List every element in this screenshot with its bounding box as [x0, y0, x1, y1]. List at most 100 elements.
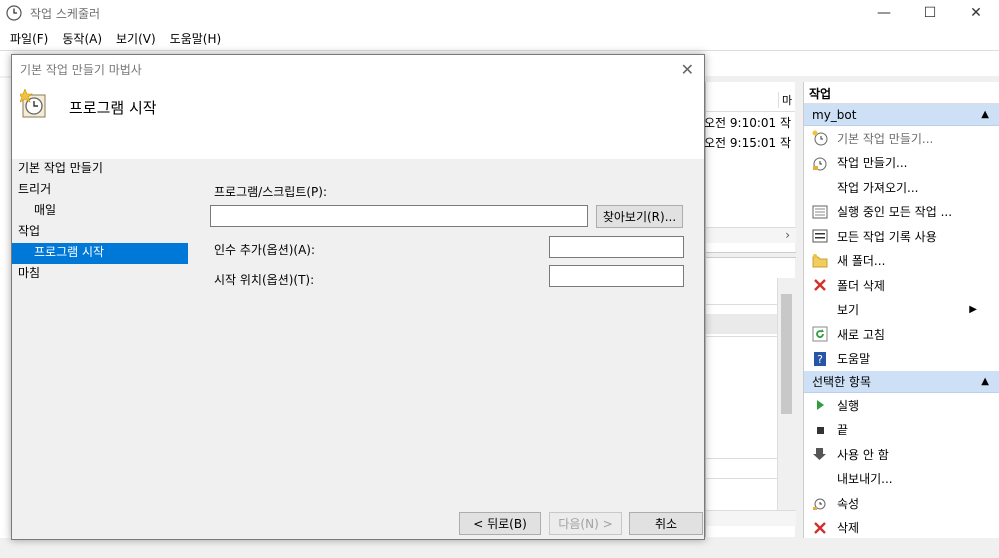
- action-item-label: 모든 작업 기록 사용: [837, 229, 937, 244]
- dialog-close-button[interactable]: ✕: [681, 60, 694, 79]
- create-basic-task-wizard: 기본 작업 만들기 마법사 ✕ 프로그램 시작 기본 작업 만들기 트리거 매일…: [11, 54, 705, 540]
- folder-icon: [812, 253, 828, 269]
- menu-view[interactable]: 보기(V): [109, 30, 163, 47]
- submenu-arrow-icon: ▶: [969, 304, 977, 316]
- action-item[interactable]: 새로 고침: [804, 322, 999, 347]
- action-item[interactable]: 내보내기...: [804, 467, 999, 492]
- dialog-title: 기본 작업 만들기 마법사: [20, 62, 142, 77]
- step-start-program[interactable]: 프로그램 시작: [12, 243, 188, 264]
- action-item-label: 끝: [837, 423, 849, 438]
- list-icon: [812, 204, 828, 220]
- clock-icon: [6, 5, 22, 21]
- next-button[interactable]: 다음(N) >: [549, 512, 622, 535]
- delete-x-icon: [812, 520, 828, 536]
- delete-x-icon: [812, 277, 828, 293]
- action-item[interactable]: 작업 가져오기...: [804, 175, 999, 200]
- program-input[interactable]: [210, 205, 588, 227]
- step-finish[interactable]: 마침: [12, 264, 192, 285]
- action-item-label: 실행: [837, 398, 860, 413]
- action-item-label: 사용 안 함: [837, 447, 889, 462]
- window-title: 작업 스케줄러: [30, 6, 101, 21]
- stop-icon: [812, 422, 828, 438]
- pane-splitter[interactable]: [706, 252, 796, 258]
- browse-button[interactable]: 찾아보기(R)...: [596, 205, 683, 228]
- start-in-input[interactable]: [549, 265, 684, 287]
- action-item-label: 내보내기...: [837, 472, 893, 487]
- scrollbar-thumb[interactable]: [781, 294, 792, 414]
- step-daily[interactable]: 매일: [12, 201, 192, 222]
- collapse-triangle-icon[interactable]: ▲: [981, 109, 989, 120]
- action-item-label: 실행 중인 모든 작업 ...: [837, 205, 953, 220]
- action-item[interactable]: 작업 만들기...: [804, 151, 999, 176]
- action-item[interactable]: 속성: [804, 491, 999, 516]
- maximize-button[interactable]: ☐: [907, 0, 953, 26]
- refresh-icon: [812, 326, 828, 342]
- column-header[interactable]: 마: [778, 92, 792, 108]
- history-icon: [812, 228, 828, 244]
- action-item[interactable]: 끝: [804, 418, 999, 443]
- menu-help[interactable]: 도움말(H): [163, 30, 229, 47]
- svg-text:?: ?: [817, 353, 823, 366]
- table-row[interactable]: 오전 9:15:01 작: [704, 134, 791, 151]
- dialog-heading: 프로그램 시작: [69, 99, 157, 117]
- menu-action[interactable]: 동작(A): [55, 30, 109, 47]
- dialog-title-bar: 기본 작업 만들기 마법사 ✕: [12, 55, 704, 83]
- start-in-label: 시작 위치(옵션)(T):: [214, 273, 315, 287]
- program-label: 프로그램/스크립트(P):: [214, 185, 328, 199]
- back-button[interactable]: < 뒤로(B): [459, 512, 541, 535]
- action-item-label: 새로 고침: [837, 327, 885, 342]
- table-row[interactable]: 오전 9:10:01 작: [704, 114, 791, 131]
- clock-star-icon: [812, 130, 828, 146]
- step-action[interactable]: 작업: [12, 222, 192, 243]
- action-item-label: 보기: [837, 303, 860, 318]
- action-item[interactable]: 새 폴더...: [804, 249, 999, 274]
- clock-star-icon: [20, 89, 46, 118]
- horizontal-scrollbar[interactable]: [706, 510, 796, 526]
- action-item-label: 폴더 삭제: [837, 278, 885, 293]
- wizard-steps: 기본 작업 만들기 트리거 매일 작업 프로그램 시작 마침: [12, 159, 192, 285]
- close-button[interactable]: ✕: [953, 0, 999, 26]
- help-icon: ?: [812, 351, 828, 367]
- action-item[interactable]: 폴더 삭제: [804, 273, 999, 298]
- action-item[interactable]: 보기 ▶: [804, 298, 999, 323]
- horizontal-scrollbar[interactable]: ›: [706, 227, 796, 243]
- action-item[interactable]: 모든 작업 기록 사용: [804, 224, 999, 249]
- action-item[interactable]: 기본 작업 만들기...: [804, 126, 999, 151]
- action-item-label: 작업 만들기...: [837, 156, 908, 171]
- down-arrow-icon: [812, 446, 828, 462]
- chevron-right-icon[interactable]: ›: [785, 228, 790, 242]
- action-item-label: 속성: [837, 496, 860, 511]
- title-bar: 작업 스케줄러 — ☐ ✕: [0, 0, 999, 26]
- step-create-basic-task[interactable]: 기본 작업 만들기: [12, 159, 192, 180]
- actions-pane: 작업 my_bot ▲ 기본 작업 만들기... 작업 만들기... 작업 가져오기…: [803, 82, 999, 538]
- blank-icon: [812, 302, 828, 318]
- clock-icon: [812, 155, 828, 171]
- dialog-header: 프로그램 시작: [12, 83, 704, 159]
- arguments-input[interactable]: [549, 236, 684, 258]
- step-trigger[interactable]: 트리거: [12, 180, 192, 201]
- action-item-label: 삭제: [837, 521, 860, 536]
- cancel-button[interactable]: 취소: [629, 512, 703, 535]
- section-selected-item[interactable]: 선택한 항목 ▲: [804, 371, 999, 393]
- minimize-button[interactable]: —: [861, 0, 907, 26]
- section-my-bot[interactable]: my_bot ▲: [804, 104, 999, 126]
- action-item[interactable]: 삭제: [804, 516, 999, 541]
- menu-bar: 파일(F) 동작(A) 보기(V) 도움말(H): [0, 26, 999, 50]
- play-icon: [812, 397, 828, 413]
- action-item[interactable]: ? 도움말: [804, 347, 999, 372]
- action-item[interactable]: 실행 중인 모든 작업 ...: [804, 200, 999, 225]
- menu-file[interactable]: 파일(F): [3, 30, 55, 47]
- blank-icon: [812, 179, 828, 195]
- action-item-label: 기본 작업 만들기...: [837, 131, 934, 146]
- actions-pane-title: 작업: [804, 82, 999, 104]
- arguments-label: 인수 추가(옵션)(A):: [214, 243, 316, 257]
- action-item[interactable]: 실행: [804, 393, 999, 418]
- action-item-label: 도움말: [837, 352, 871, 367]
- list-header: 마: [706, 82, 795, 112]
- collapse-triangle-icon[interactable]: ▲: [981, 376, 989, 387]
- task-list-pane: 마 오전 9:10:01 작 오전 9:15:01 작 ›: [704, 82, 796, 537]
- action-item[interactable]: 사용 안 함: [804, 442, 999, 467]
- blank-icon: [812, 471, 828, 487]
- vertical-scrollbar[interactable]: [777, 278, 795, 510]
- action-item-label: 작업 가져오기...: [837, 180, 919, 195]
